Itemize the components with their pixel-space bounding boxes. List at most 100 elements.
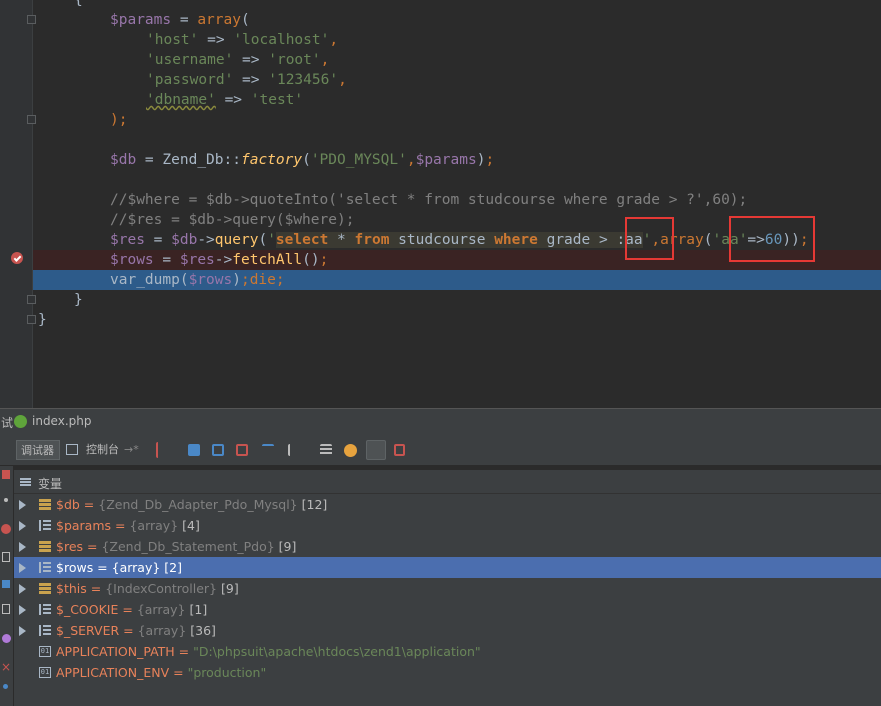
token-function: var_dump [110,272,180,288]
variable-count: [2] [164,560,183,575]
token-function: fetchAll [232,252,303,268]
debug-title-prefix: 试 [1,416,14,430]
variable-row-selected[interactable]: $rows = {array} [2] [14,557,881,578]
step-out-icon[interactable] [262,444,274,456]
variable-name: APPLICATION_PATH [56,644,175,659]
array-icon [39,625,51,636]
run-to-cursor-icon[interactable] [288,444,300,456]
expand-arrow-icon[interactable] [19,626,26,636]
token-string: 'PDO_MYSQL' [310,152,407,168]
code-line: //$res = $db->query($where); [110,210,354,230]
token-sql-keyword: select [275,232,329,248]
expand-arrow-icon[interactable] [19,521,26,531]
variable-type: {array} [136,602,186,617]
token-keyword: die [249,272,276,288]
code-line: $rows = $res->fetchAll(); [110,252,329,268]
variable-type: {IndexController} [105,581,217,596]
constant-row[interactable]: 01 APPLICATION_PATH = "D:\phpsuit\apache… [14,641,881,662]
frame-icon[interactable] [2,552,10,562]
token-function: factory [240,152,303,168]
object-icon [39,541,51,552]
expand-arrow-icon[interactable] [19,605,26,615]
variable-row[interactable]: $res = {Zend_Db_Statement_Pdo} [9] [14,536,881,557]
step-over-icon[interactable] [188,444,200,456]
variable-name: $params [56,518,112,533]
variables-title: 变量 [38,477,63,491]
variable-row[interactable]: $params = {array} [4] [14,515,881,536]
token-string: 'username' [146,52,234,68]
expand-arrow-icon[interactable] [19,542,26,552]
print-icon[interactable] [2,604,10,614]
close-icon[interactable]: × [1,660,11,674]
console-icon [66,444,78,455]
step-into-icon[interactable] [212,444,224,456]
code-line: ); [110,110,127,130]
debug-session-tab[interactable]: index.php [32,414,91,428]
variable-value: "D:\phpsuit\apache\htdocs\zend1\applicat… [193,644,481,659]
variable-row[interactable]: $_COOKIE = {array} [1] [14,599,881,620]
token-comment: //$where = $db->quoteInto('select * from… [110,192,748,208]
code-line: $params = array( [110,12,250,28]
variable-type: {Zend_Db_Statement_Pdo} [101,539,275,554]
variable-name: $_COOKIE [56,602,119,617]
fold-marker-icon[interactable] [27,115,36,124]
variable-count: [9] [278,539,297,554]
variable-row[interactable]: $_SERVER = {array} [36] [14,620,881,641]
token-sql: studcourse [389,232,495,248]
token-var: $res [110,232,145,248]
tab-console[interactable]: 控制台 →* [66,440,144,460]
constant-icon: 01 [39,646,51,657]
pin-icon[interactable] [3,684,8,689]
more-icon[interactable] [4,498,8,502]
token-var: $params [110,12,172,28]
variable-type: {array} [111,560,161,575]
fold-marker-icon[interactable] [27,295,36,304]
watch-icon[interactable] [344,444,357,457]
expand-arrow-icon[interactable] [19,563,26,573]
code-editor[interactable]: { $params = array( 'host' => 'localhost'… [0,0,881,408]
code-line: 'host' => 'localhost', [146,32,339,48]
settings-icon[interactable] [2,580,10,588]
evaluate-icon[interactable] [320,444,332,456]
variable-count: [12] [301,497,328,512]
annotation-box [729,216,815,262]
variables-tree: $db = {Zend_Db_Adapter_Pdo_Mysql} [12] $… [14,494,881,706]
debug-left-toolbar: × [0,434,14,706]
token-string: 'password' [146,72,234,88]
layout-icon[interactable] [366,440,386,460]
constant-icon: 01 [39,667,51,678]
bug-icon [14,415,27,428]
token-string: 'localhost' [233,32,330,48]
code-line: $db = Zend_Db::factory('PDO_MYSQL',$para… [110,152,495,168]
tab-console-label: 控制台 [86,443,119,456]
token-sql: * [328,232,355,248]
variable-type: {Zend_Db_Adapter_Pdo_Mysql} [98,497,298,512]
array-icon [39,520,51,531]
show-execution-point-icon[interactable] [156,442,172,458]
fold-marker-icon[interactable] [27,315,36,324]
variables-icon [20,478,31,487]
breakpoints-icon[interactable] [1,524,11,534]
constant-row[interactable]: 01 APPLICATION_ENV = "production" [14,662,881,683]
token-var: $db [171,232,198,248]
restore-layout-icon[interactable] [394,444,405,456]
variable-name: $db [56,497,80,512]
breakpoint-icon[interactable] [11,252,23,264]
mute-icon[interactable] [2,634,11,643]
variable-count: [4] [182,518,200,533]
fold-marker-icon[interactable] [27,15,36,24]
variable-row[interactable]: $this = {IndexController} [9] [14,578,881,599]
variable-name: $rows [56,560,94,575]
code-line: $res = $db->query('select * from studcou… [110,232,809,248]
variable-count: [36] [190,623,216,638]
stop-icon[interactable] [2,470,10,479]
force-step-into-icon[interactable] [236,444,248,456]
brace: { [74,0,83,8]
code-line: { [74,0,83,10]
tab-debugger[interactable]: 调试器 [16,440,60,460]
expand-arrow-icon[interactable] [19,500,26,510]
variable-count: [1] [189,602,208,617]
expand-arrow-icon[interactable] [19,584,26,594]
token-var: $rows [110,252,154,268]
variable-row[interactable]: $db = {Zend_Db_Adapter_Pdo_Mysql} [12] [14,494,881,515]
